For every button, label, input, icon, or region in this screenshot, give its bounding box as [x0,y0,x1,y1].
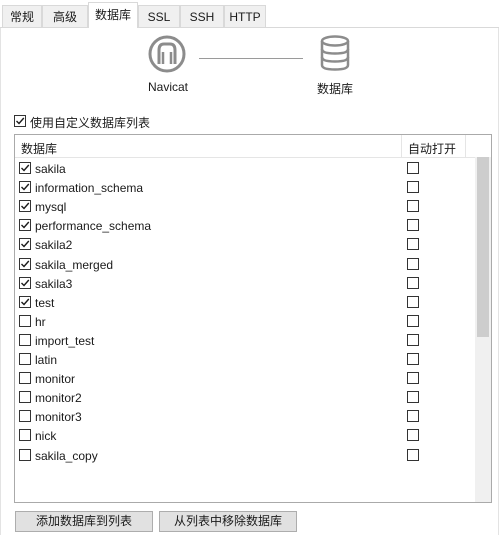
database-name: monitor3 [35,410,82,425]
tab-label: SSH [189,10,215,24]
navicat-label: Navicat [148,80,189,94]
database-row[interactable]: monitor3 [15,407,475,426]
auto-open-checkbox[interactable] [407,276,419,289]
auto-open-checkbox[interactable] [407,448,419,461]
column-header-auto-open[interactable]: 自动打开 [408,140,456,157]
use-custom-list-checkbox[interactable] [14,115,26,127]
database-name: sakila [35,162,66,176]
database-row[interactable]: mysql [15,197,475,216]
database-include-checkbox[interactable] [19,219,31,232]
auto-open-checkbox[interactable] [407,314,419,327]
database-row[interactable]: monitor [15,369,475,388]
database-name: nick [35,429,57,444]
database-row[interactable]: test [15,293,475,312]
database-include-checkbox[interactable] [19,410,31,423]
database-include-checkbox[interactable] [19,276,31,289]
database-name: mysql [35,200,67,215]
database-include-checkbox[interactable] [19,162,31,174]
auto-open-checkbox[interactable] [407,333,419,346]
database-include-checkbox[interactable] [19,181,31,194]
auto-open-checkbox[interactable] [407,295,419,308]
tab-label: 数据库 [94,8,131,22]
database-name: sakila3 [35,276,73,291]
navicat-logo-icon [147,34,187,74]
database-list[interactable]: 数据库 自动打开 sakila information_schemamysql pe… [14,134,492,503]
database-row[interactable]: sakila2 [15,235,475,254]
database-icon [319,35,351,71]
column-divider [465,135,466,157]
tab-general[interactable]: 常规 [2,5,42,27]
database-name: test [35,295,55,310]
database-row[interactable]: sakila [15,159,475,178]
database-row[interactable]: information_schema [15,178,475,197]
auto-open-checkbox[interactable] [407,353,419,365]
tab-http[interactable]: HTTP [224,5,266,27]
database-row[interactable]: hr [15,312,475,331]
database-include-checkbox[interactable] [19,314,31,327]
database-name: sakila2 [35,238,73,253]
database-name: sakila_merged [35,257,114,272]
tab-label: 高级 [52,10,77,24]
database-row[interactable]: latin [15,350,475,369]
scrollbar-thumb[interactable] [477,157,489,337]
database-name: import_test [35,333,95,348]
database-include-checkbox[interactable] [19,333,31,346]
database-include-checkbox[interactable] [19,372,31,385]
database-name: performance_schema [35,219,152,234]
database-name: hr [35,314,46,329]
database-name: information_schema [35,181,144,196]
database-include-checkbox[interactable] [19,200,31,213]
database-name: monitor [35,372,76,387]
database-row[interactable]: performance_schema [15,216,475,235]
column-header-database[interactable]: 数据库 [21,140,57,157]
database-label: 数据库 [317,82,354,96]
database-include-checkbox[interactable] [19,429,31,442]
database-row[interactable]: import_test [15,331,475,350]
list-header: 数据库 自动打开 [15,135,491,158]
database-include-checkbox[interactable] [19,295,31,308]
database-row[interactable]: sakila_merged [15,255,475,274]
database-name: monitor2 [35,391,82,406]
tab-ssh[interactable]: SSH [180,5,224,27]
auto-open-checkbox[interactable] [407,257,419,270]
tab-label: HTTP [229,10,261,24]
database-include-checkbox[interactable] [19,353,31,365]
tab-bar: 常规 高级 数据库 SSL SSH HTTP [0,0,499,28]
database-name: latin [35,353,58,367]
database-include-checkbox[interactable] [19,257,31,270]
add-database-button[interactable]: 添加数据库到列表 [15,511,153,532]
column-divider [401,135,402,157]
auto-open-checkbox[interactable] [407,219,419,232]
auto-open-checkbox[interactable] [407,162,419,174]
database-include-checkbox[interactable] [19,238,31,251]
auto-open-checkbox[interactable] [407,181,419,194]
auto-open-checkbox[interactable] [407,429,419,442]
tab-label: 常规 [9,10,34,24]
database-row[interactable]: monitor2 [15,388,475,407]
database-row[interactable]: nick [15,426,475,445]
tab-databases[interactable]: 数据库 [88,2,138,28]
database-row[interactable]: sakila_copy [15,446,475,465]
tab-ssl[interactable]: SSL [138,5,180,27]
tab-advanced[interactable]: 高级 [42,5,88,27]
auto-open-checkbox[interactable] [407,410,419,423]
database-include-checkbox[interactable] [19,448,31,461]
use-custom-list-label: 使用自定义数据库列表 [30,116,151,130]
auto-open-checkbox[interactable] [407,238,419,251]
tab-label: SSL [147,10,171,24]
database-row[interactable]: sakila3 [15,274,475,293]
database-name: sakila_copy [35,448,98,463]
connection-line [199,58,303,59]
auto-open-checkbox[interactable] [407,372,419,385]
auto-open-checkbox[interactable] [407,391,419,404]
database-include-checkbox[interactable] [19,391,31,404]
auto-open-checkbox[interactable] [407,200,419,213]
panel-border-left [0,28,1,535]
remove-database-button[interactable]: 从列表中移除数据库 [159,511,297,532]
